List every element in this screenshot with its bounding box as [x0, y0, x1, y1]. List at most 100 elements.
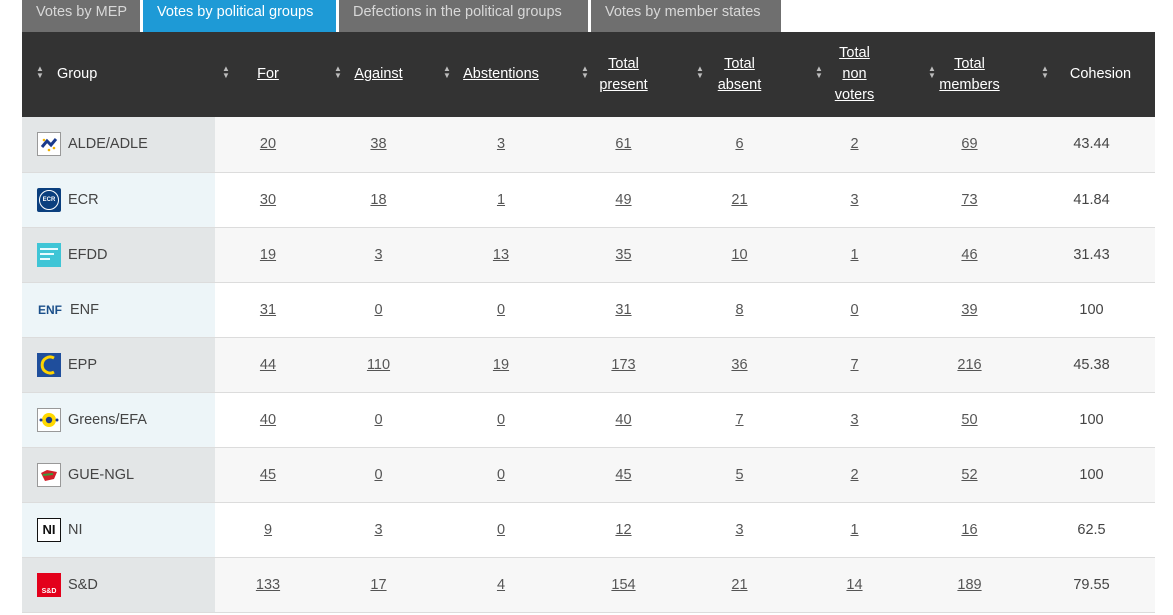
column-header-group[interactable]: ▲ ▼ Group: [22, 32, 215, 117]
tab-defections[interactable]: Defections in the political groups: [339, 0, 588, 32]
absent-link[interactable]: 7: [735, 412, 743, 428]
abstentions-link[interactable]: 13: [493, 247, 509, 263]
against-link[interactable]: 17: [370, 577, 386, 593]
absent-link[interactable]: 36: [731, 357, 747, 373]
for-link[interactable]: 44: [260, 357, 276, 373]
against-link[interactable]: 0: [374, 302, 382, 318]
for-link[interactable]: 45: [260, 467, 276, 483]
table-header: ▲ ▼ Group ▲ ▼ For ▲ ▼ Against ▲ ▼ Abstention…: [22, 32, 1155, 117]
non-voters-link[interactable]: 2: [850, 467, 858, 483]
ni-logo-icon: NI: [37, 517, 61, 542]
sort-icon[interactable]: ▲ ▼: [928, 65, 936, 80]
column-header-total-absent[interactable]: ▲ ▼ Total absent: [681, 32, 798, 117]
group-name: S&D: [68, 576, 98, 593]
abstentions-link[interactable]: 3: [497, 136, 505, 152]
column-header-total-non-voters[interactable]: ▲ ▼ Total non voters: [798, 32, 911, 117]
present-link[interactable]: 31: [615, 302, 631, 318]
sort-icon[interactable]: ▲ ▼: [443, 65, 451, 80]
sort-icon[interactable]: ▲ ▼: [36, 65, 44, 80]
absent-link[interactable]: 21: [731, 192, 747, 208]
tab-votes-by-mep[interactable]: Votes by MEP: [22, 0, 140, 32]
abstentions-link[interactable]: 1: [497, 192, 505, 208]
non-voters-link[interactable]: 1: [850, 247, 858, 263]
non-voters-link[interactable]: 14: [846, 577, 862, 593]
against-link[interactable]: 110: [367, 357, 390, 373]
abstentions-link[interactable]: 19: [493, 357, 509, 373]
members-link[interactable]: 69: [961, 136, 977, 152]
non-voters-link[interactable]: 3: [850, 412, 858, 428]
present-link[interactable]: 45: [615, 467, 631, 483]
group-name: GUE-NGL: [68, 466, 135, 483]
present-link[interactable]: 35: [615, 247, 631, 263]
members-link[interactable]: 216: [957, 357, 981, 373]
for-link[interactable]: 9: [264, 522, 272, 538]
against-link[interactable]: 0: [374, 412, 382, 428]
abstentions-link[interactable]: 0: [497, 522, 505, 538]
abstentions-link[interactable]: 4: [497, 577, 505, 593]
non-voters-link[interactable]: 1: [850, 522, 858, 538]
present-link[interactable]: 61: [615, 136, 631, 152]
table-row: EPP 44 110 19 173 36 7 216 45.38: [22, 337, 1155, 393]
for-link[interactable]: 40: [260, 412, 276, 428]
table-row: GUE-NGL 45 0 0 45 5 2 52 100: [22, 447, 1155, 503]
present-link[interactable]: 154: [611, 577, 635, 593]
absent-link[interactable]: 21: [731, 577, 747, 593]
members-link[interactable]: 16: [961, 522, 977, 538]
present-link[interactable]: 12: [615, 522, 631, 538]
members-link[interactable]: 39: [961, 302, 977, 318]
absent-link[interactable]: 6: [735, 136, 743, 152]
sort-icon[interactable]: ▲ ▼: [581, 65, 589, 80]
cohesion-value: 45.38: [1028, 337, 1155, 393]
members-link[interactable]: 46: [961, 247, 977, 263]
against-link[interactable]: 3: [374, 522, 382, 538]
tab-bar: Votes by MEP Votes by political groups D…: [22, 0, 784, 32]
efdd-logo-icon: [37, 242, 61, 267]
column-header-cohesion[interactable]: ▲ ▼ Cohesion: [1028, 32, 1155, 117]
cohesion-value: 100: [1028, 392, 1155, 448]
cohesion-value: 62.5: [1028, 502, 1155, 558]
group-name: NI: [68, 521, 83, 538]
present-link[interactable]: 49: [615, 192, 631, 208]
abstentions-link[interactable]: 0: [497, 412, 505, 428]
sort-icon[interactable]: ▲ ▼: [1041, 65, 1049, 80]
cohesion-value: 31.43: [1028, 227, 1155, 283]
non-voters-link[interactable]: 3: [850, 192, 858, 208]
for-link[interactable]: 31: [260, 302, 276, 318]
sort-icon[interactable]: ▲ ▼: [334, 65, 342, 80]
for-link[interactable]: 19: [260, 247, 276, 263]
absent-link[interactable]: 10: [731, 247, 747, 263]
sort-icon[interactable]: ▲ ▼: [222, 65, 230, 80]
column-header-total-present[interactable]: ▲ ▼ Total present: [566, 32, 681, 117]
non-voters-link[interactable]: 0: [850, 302, 858, 318]
sort-icon[interactable]: ▲ ▼: [696, 65, 704, 80]
present-link[interactable]: 173: [611, 357, 635, 373]
group-name: ECR: [68, 191, 99, 208]
absent-link[interactable]: 5: [735, 467, 743, 483]
abstentions-link[interactable]: 0: [497, 467, 505, 483]
members-link[interactable]: 73: [961, 192, 977, 208]
table-row: ENF ENF 31 0 0 31 8 0 39 100: [22, 282, 1155, 338]
column-header-abstentions[interactable]: ▲ ▼ Abstentions: [436, 32, 566, 117]
present-link[interactable]: 40: [615, 412, 631, 428]
for-link[interactable]: 20: [260, 136, 276, 152]
column-header-total-members[interactable]: ▲ ▼ Total members: [911, 32, 1028, 117]
for-link[interactable]: 30: [260, 192, 276, 208]
against-link[interactable]: 0: [374, 467, 382, 483]
against-link[interactable]: 18: [370, 192, 386, 208]
members-link[interactable]: 189: [957, 577, 981, 593]
non-voters-link[interactable]: 2: [850, 136, 858, 152]
against-link[interactable]: 38: [370, 136, 386, 152]
column-header-against[interactable]: ▲ ▼ Against: [321, 32, 436, 117]
against-link[interactable]: 3: [374, 247, 382, 263]
sort-icon[interactable]: ▲ ▼: [815, 65, 823, 80]
members-link[interactable]: 50: [961, 412, 977, 428]
tab-votes-by-member-states[interactable]: Votes by member states: [591, 0, 781, 32]
tab-votes-by-political-groups[interactable]: Votes by political groups: [143, 0, 336, 32]
column-header-for[interactable]: ▲ ▼ For: [215, 32, 321, 117]
absent-link[interactable]: 3: [735, 522, 743, 538]
members-link[interactable]: 52: [961, 467, 977, 483]
abstentions-link[interactable]: 0: [497, 302, 505, 318]
for-link[interactable]: 133: [256, 577, 280, 593]
absent-link[interactable]: 8: [735, 302, 743, 318]
non-voters-link[interactable]: 7: [850, 357, 858, 373]
